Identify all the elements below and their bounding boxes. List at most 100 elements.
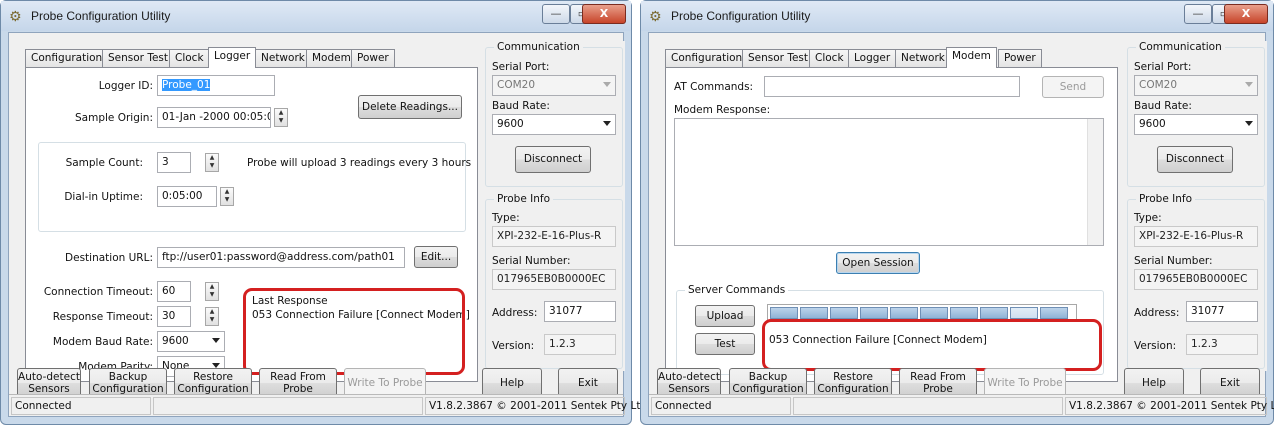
response-scrollbar[interactable] [1087, 119, 1103, 245]
title-bar[interactable]: ⚙ Probe Configuration Utility — ▭ X [1, 1, 631, 31]
delete-readings-button[interactable]: Delete Readings... [358, 95, 462, 119]
close-button[interactable]: X [1224, 4, 1268, 24]
destination-url-input[interactable]: ftp://user01:password@address.com/path01 [157, 247, 405, 268]
sample-origin-spinner[interactable]: ▲ ▼ [274, 108, 288, 127]
chevron-down-icon [1245, 82, 1253, 87]
at-commands-label: AT Commands: [674, 81, 754, 93]
at-commands-input[interactable] [764, 76, 1020, 97]
test-button[interactable]: Test [695, 333, 755, 355]
status-version: V1.8.2.3867 © 2001-2011 Sentek Pty Ltd [1065, 397, 1274, 415]
modem-baud-label: Modem Baud Rate: [52, 336, 153, 348]
tab-modem[interactable]: Modem [946, 47, 997, 68]
status-version: V1.8.2.3867 © 2001-2011 Sentek Pty Ltd [425, 397, 647, 415]
response-timeout-input[interactable]: 30 [157, 306, 191, 327]
serial-port-select[interactable]: COM20 [1134, 75, 1258, 96]
status-bar: Connected V1.8.2.3867 © 2001-2011 Sentek… [649, 394, 1274, 416]
communication-label: Communication [1136, 41, 1225, 53]
version-value: 1.2.3 [544, 334, 616, 355]
probe-info-group: Probe Info Type: XPI-232-E-16-Plus-R Ser… [1127, 193, 1265, 369]
type-label: Type: [492, 212, 520, 224]
address-input[interactable]: 31077 [1186, 301, 1258, 322]
status-blank [153, 397, 423, 415]
upload-note: Probe will upload 3 readings every 3 hou… [247, 157, 472, 169]
serial-port-label: Serial Port: [1134, 61, 1192, 73]
sample-origin-label: Sample Origin: [75, 112, 153, 124]
baud-rate-label: Baud Rate: [492, 100, 550, 112]
response-timeout-spinner[interactable]: ▲ ▼ [205, 307, 219, 326]
sample-count-spinner[interactable]: ▲ ▼ [205, 153, 219, 172]
tab-modem[interactable]: Modem [306, 49, 357, 67]
communication-group: Communication Serial Port: COM20 Baud Ra… [485, 41, 623, 187]
modem-tab-panel: AT Commands: Send Modem Response: Open S… [665, 67, 1118, 382]
tab-strip: Configuration Sensor Test Clock Logger N… [665, 47, 1135, 68]
status-blank [793, 397, 1063, 415]
edit-url-button[interactable]: Edit... [414, 246, 458, 268]
title-bar[interactable]: ⚙ Probe Configuration Utility — ▭ X [641, 1, 1273, 31]
probe-info-label: Probe Info [494, 193, 553, 205]
address-input[interactable]: 31077 [544, 301, 616, 322]
dialin-uptime-label: Dial-in Uptime: [64, 191, 143, 203]
dialin-uptime-spinner[interactable]: ▲ ▼ [220, 187, 234, 206]
minimize-button[interactable]: — [542, 4, 570, 24]
sample-count-label: Sample Count: [65, 157, 143, 169]
logger-id-input[interactable]: Probe_01 [157, 75, 275, 96]
disconnect-button[interactable]: Disconnect [1157, 146, 1233, 173]
response-timeout-label: Response Timeout: [52, 311, 153, 323]
tab-logger[interactable]: Logger [208, 47, 257, 68]
right-panel: Communication Serial Port: COM20 Baud Ra… [485, 41, 625, 371]
probe-info-group: Probe Info Type: XPI-232-E-16-Plus-R Ser… [485, 193, 623, 369]
serial-port-label: Serial Port: [492, 61, 550, 73]
progress-segment [830, 307, 858, 319]
logger-id-label: Logger ID: [98, 80, 153, 92]
progress-segment [890, 307, 918, 319]
app-icon: ⚙ [649, 9, 662, 25]
sample-origin-input[interactable]: 01-Jan -2000 00:05:00 [157, 107, 271, 128]
communication-group: Communication Serial Port: COM20 Baud Ra… [1127, 41, 1265, 187]
server-commands-label: Server Commands [685, 284, 789, 296]
type-value: XPI-232-E-16-Plus-R [1134, 226, 1258, 247]
tab-clock[interactable]: Clock [169, 49, 210, 67]
baud-rate-label: Baud Rate: [1134, 100, 1192, 112]
status-bar: Connected V1.8.2.3867 © 2001-2011 Sentek… [9, 394, 647, 416]
connection-timeout-input[interactable]: 60 [157, 281, 191, 302]
tab-power[interactable]: Power [998, 49, 1042, 67]
baud-rate-select[interactable]: 9600 [492, 114, 616, 135]
close-button[interactable]: X [582, 4, 626, 24]
tab-logger[interactable]: Logger [848, 49, 897, 67]
probe-info-label: Probe Info [1136, 193, 1195, 205]
tab-power[interactable]: Power [351, 49, 395, 67]
serial-port-select[interactable]: COM20 [492, 75, 616, 96]
minimize-button[interactable]: — [1184, 4, 1212, 24]
progress-segment [920, 307, 948, 319]
connection-timeout-spinner[interactable]: ▲ ▼ [205, 282, 219, 301]
dialin-uptime-input[interactable]: 0:05:00 [157, 186, 217, 207]
right-panel: Communication Serial Port: COM20 Baud Ra… [1127, 41, 1267, 371]
tab-sensor-test[interactable]: Sensor Test [102, 49, 175, 67]
modem-baud-select[interactable]: 9600 [157, 331, 225, 352]
tab-configuration[interactable]: Configuration [665, 49, 749, 67]
type-value: XPI-232-E-16-Plus-R [492, 226, 616, 247]
progress-segment [860, 307, 888, 319]
tab-network[interactable]: Network [895, 49, 951, 67]
serial-number-label: Serial Number: [1134, 255, 1213, 267]
version-label: Version: [492, 340, 535, 352]
tab-sensor-test[interactable]: Sensor Test [742, 49, 815, 67]
open-session-button[interactable]: Open Session [836, 252, 920, 274]
disconnect-button[interactable]: Disconnect [515, 146, 591, 173]
tab-configuration[interactable]: Configuration [25, 49, 109, 67]
send-button[interactable]: Send [1042, 76, 1104, 98]
progress-segment [1040, 307, 1068, 319]
baud-rate-select[interactable]: 9600 [1134, 114, 1258, 135]
address-label: Address: [1134, 307, 1180, 319]
tab-network[interactable]: Network [255, 49, 311, 67]
logger-window: ⚙ Probe Configuration Utility — ▭ X Conf… [0, 0, 647, 425]
progress-segment [770, 307, 798, 319]
upload-button[interactable]: Upload [695, 305, 755, 327]
destination-url-label: Destination URL: [65, 252, 153, 264]
modem-response-box[interactable] [674, 118, 1104, 246]
modem-response-label: Modem Response: [674, 104, 771, 116]
sample-count-input[interactable]: 3 [157, 152, 191, 173]
highlight-box [243, 288, 465, 375]
serial-number-label: Serial Number: [492, 255, 571, 267]
tab-clock[interactable]: Clock [809, 49, 850, 67]
